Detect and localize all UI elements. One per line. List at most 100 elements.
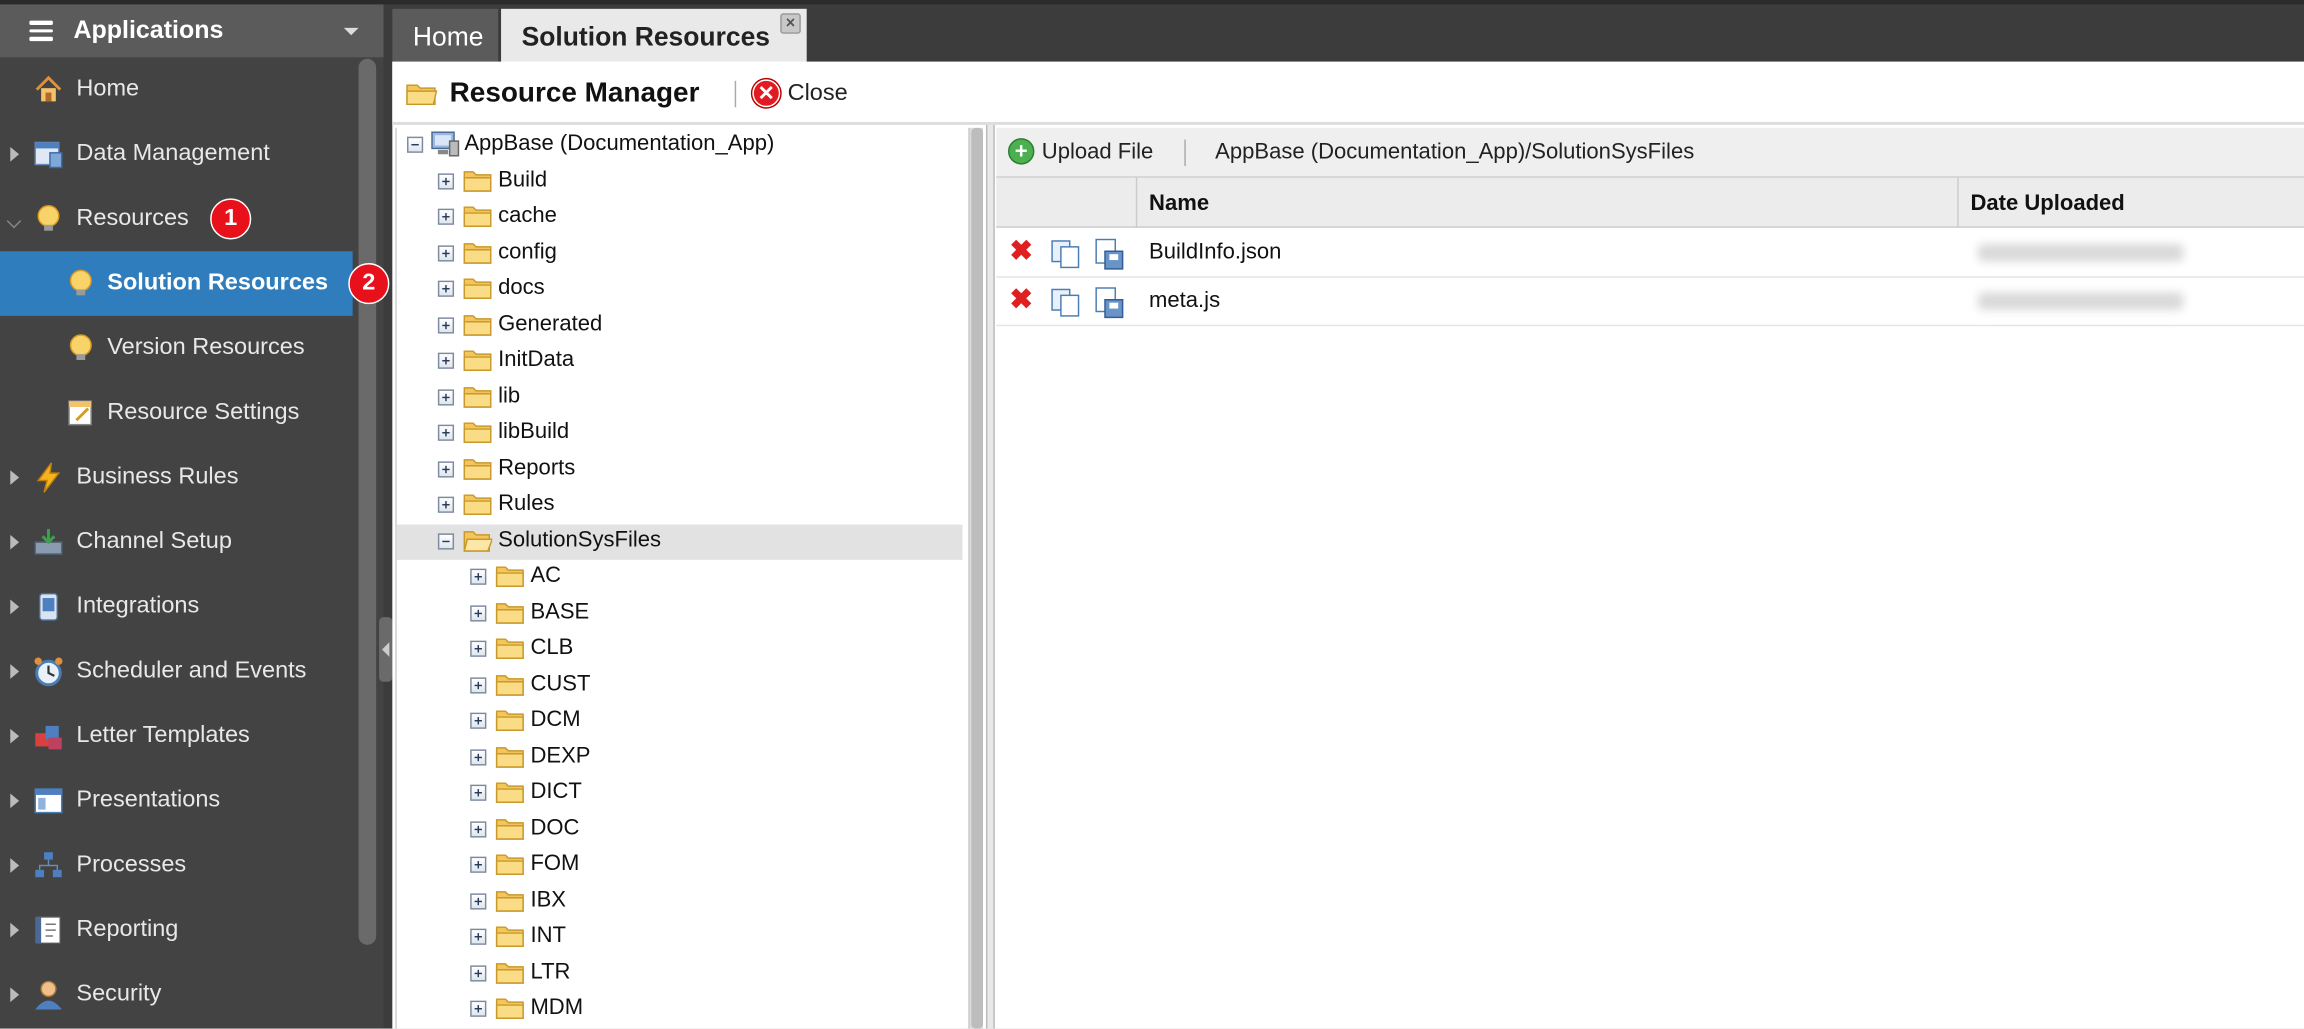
sidebar-item-label: Channel Setup xyxy=(76,528,232,554)
tree-folder[interactable]: config xyxy=(437,236,952,271)
channel-icon xyxy=(34,528,63,555)
delete-icon[interactable]: ✖ xyxy=(1009,287,1033,315)
tree-subfolder[interactable]: LTR xyxy=(470,956,955,991)
sidebar-item-resources[interactable]: Resources 1 xyxy=(0,187,353,252)
tree-subfolder[interactable]: DEXP xyxy=(470,740,955,775)
tree-subfolder[interactable]: IBX xyxy=(470,884,955,919)
sidebar-item-channel-setup[interactable]: Channel Setup xyxy=(0,510,353,575)
tree-folder[interactable]: Generated xyxy=(437,308,952,343)
tree-subfolder[interactable]: DOC xyxy=(470,812,955,847)
sidebar-item-label: Presentations xyxy=(76,787,221,813)
sidebar-item-presentations[interactable]: Presentations xyxy=(0,768,353,833)
expand-toggle-icon[interactable] xyxy=(470,1000,487,1017)
tree-folder[interactable]: Rules xyxy=(437,488,952,523)
expand-toggle-icon[interactable] xyxy=(470,928,487,945)
tree-folder[interactable]: lib xyxy=(437,380,952,415)
expand-toggle-icon[interactable] xyxy=(437,388,455,405)
tree-subfolder[interactable]: CUST xyxy=(470,668,955,703)
sidebar-item-integrations[interactable]: Integrations xyxy=(0,575,353,640)
tab-home[interactable]: Home xyxy=(392,8,499,67)
sidebar-item-version-resources[interactable]: Version Resources xyxy=(0,316,353,381)
pane-splitter[interactable] xyxy=(985,124,995,1029)
sidebar-item-letter-templates[interactable]: Letter Templates xyxy=(0,704,353,769)
tree-subfolder[interactable]: DICT xyxy=(470,776,955,811)
sidebar-item-security[interactable]: Security xyxy=(0,962,353,1027)
tree-label: cache xyxy=(498,202,557,228)
tree-folder[interactable]: Build xyxy=(437,164,952,199)
copy-icon[interactable] xyxy=(1049,288,1081,317)
collapse-toggle-icon[interactable] xyxy=(437,532,455,549)
expand-toggle-icon[interactable] xyxy=(437,460,455,477)
sidebar-scrollbar[interactable] xyxy=(358,58,377,945)
expand-toggle-icon[interactable] xyxy=(437,172,455,189)
applications-menu[interactable]: Applications xyxy=(0,0,384,58)
expand-toggle-icon[interactable] xyxy=(470,820,487,837)
tree-label: INT xyxy=(530,922,566,948)
expand-toggle-icon[interactable] xyxy=(470,856,487,873)
expand-toggle-icon[interactable] xyxy=(470,748,487,765)
sidebar-item-business-rules[interactable]: Business Rules xyxy=(0,445,353,510)
expand-toggle-icon[interactable] xyxy=(470,568,487,585)
sidebar-item-scheduler-and-events[interactable]: Scheduler and Events xyxy=(0,639,353,704)
close-tab-icon[interactable]: × xyxy=(780,13,801,34)
expand-toggle-icon[interactable] xyxy=(470,784,487,801)
sidebar-item-solution-resources[interactable]: Solution Resources xyxy=(0,251,353,316)
upload-file-button[interactable]: + Upload File xyxy=(1008,138,1153,165)
sidebar-item-reporting[interactable]: Reporting xyxy=(0,898,353,963)
expand-toggle-icon[interactable] xyxy=(437,316,455,333)
page-title: Resource Manager xyxy=(449,77,700,109)
sidebar-item-data-management[interactable]: Data Management xyxy=(0,122,353,187)
column-header-name[interactable]: Name xyxy=(1135,177,1959,228)
tree-folder[interactable]: docs xyxy=(437,272,952,307)
column-header-date-uploaded[interactable]: Date Uploaded xyxy=(1957,177,2304,228)
date-uploaded-redacted xyxy=(1977,292,2184,311)
folder-icon xyxy=(463,494,492,516)
file-row[interactable]: ✖ BuildInfo.json xyxy=(996,229,2304,278)
expand-toggle-icon[interactable] xyxy=(437,496,455,513)
expand-toggle-icon[interactable] xyxy=(470,604,487,621)
tree-subfolder[interactable]: AC xyxy=(470,560,955,595)
file-toolbar: + Upload File AppBase (Documentation_App… xyxy=(996,127,2304,178)
download-icon[interactable] xyxy=(1093,238,1125,270)
tree-folder[interactable]: SolutionSysFiles xyxy=(396,523,963,560)
download-icon[interactable] xyxy=(1093,287,1125,319)
tree-folder[interactable]: libBuild xyxy=(437,416,952,451)
collapse-toggle-icon[interactable] xyxy=(407,136,424,153)
tree-root[interactable]: AppBase (Documentation_App) xyxy=(407,128,964,163)
tree-folder[interactable]: Reports xyxy=(437,452,952,487)
close-button[interactable]: ✕ Close xyxy=(752,79,848,108)
expand-toggle-icon[interactable] xyxy=(470,640,487,657)
tree-subfolder[interactable]: MDM xyxy=(470,992,955,1027)
tree-subfolder[interactable]: CLB xyxy=(470,632,955,667)
sidebar-item-resource-settings[interactable]: Resource Settings xyxy=(0,381,353,446)
expand-toggle-icon[interactable] xyxy=(437,424,455,441)
folder-icon xyxy=(463,458,492,480)
report-icon xyxy=(35,916,61,945)
tree-subfolder[interactable]: BASE xyxy=(470,596,955,631)
expand-toggle-icon[interactable] xyxy=(470,712,487,729)
expand-toggle-icon[interactable] xyxy=(470,964,487,981)
tree-subfolder[interactable]: DCM xyxy=(470,704,955,739)
expand-arrow-icon xyxy=(10,146,20,162)
folder-icon xyxy=(463,170,492,192)
tree-subfolder[interactable]: FOM xyxy=(470,848,955,883)
expand-toggle-icon[interactable] xyxy=(437,352,455,369)
file-row[interactable]: ✖ meta.js xyxy=(996,278,2304,327)
expand-toggle-icon[interactable] xyxy=(437,244,455,261)
tree-subfolder[interactable]: INT xyxy=(470,920,955,955)
tree-scrollbar[interactable] xyxy=(968,127,984,1029)
tree-folder[interactable]: cache xyxy=(437,200,952,235)
delete-icon[interactable]: ✖ xyxy=(1009,238,1033,266)
tree-folder[interactable]: InitData xyxy=(437,344,952,379)
expand-toggle-icon[interactable] xyxy=(437,280,455,297)
copy-icon[interactable] xyxy=(1049,240,1081,269)
sidebar-collapse-handle[interactable] xyxy=(379,617,393,682)
sidebar-item-processes[interactable]: Processes xyxy=(0,833,353,898)
expand-toggle-icon[interactable] xyxy=(470,676,487,693)
expand-toggle-icon[interactable] xyxy=(470,892,487,909)
tab-solution-resources[interactable]: Solution Resources xyxy=(501,8,807,67)
expand-toggle-icon[interactable] xyxy=(437,208,455,225)
app-window: Applications Home Data Management Resour… xyxy=(0,0,2304,1029)
expand-arrow-icon xyxy=(10,793,20,809)
sidebar-item-home[interactable]: Home xyxy=(0,57,353,122)
